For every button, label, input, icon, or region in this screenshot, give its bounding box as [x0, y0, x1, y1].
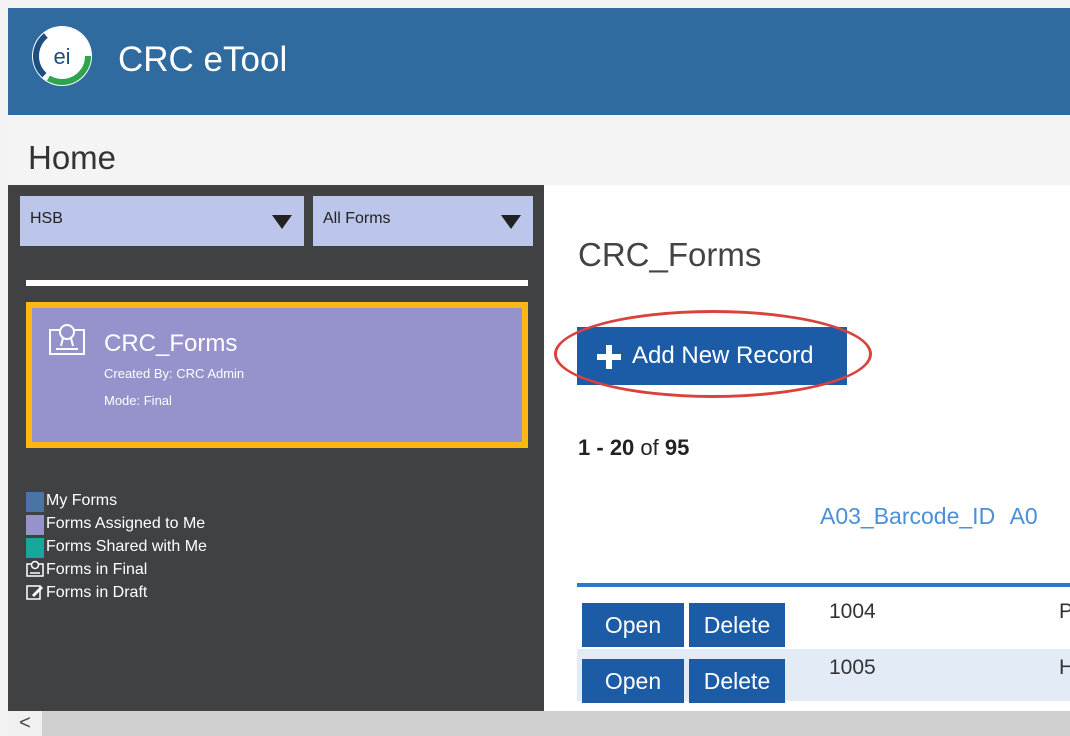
legend-label: Forms Assigned to Me — [46, 515, 206, 532]
my-forms-swatch — [26, 492, 44, 512]
forms-filter-select[interactable]: All Forms — [313, 196, 533, 246]
page-title: Home — [28, 139, 117, 176]
forms-filter-value: All Forms — [323, 210, 391, 227]
group-select[interactable]: HSB — [20, 196, 304, 246]
divider — [26, 280, 528, 286]
legend-label: Forms in Final — [46, 561, 148, 578]
table-top-border — [577, 583, 1070, 587]
paging-end: 20 — [609, 435, 635, 460]
group-select-value: HSB — [30, 210, 63, 227]
column-header-barcode[interactable]: A03_Barcode_ID — [820, 503, 995, 529]
shared-swatch — [26, 538, 44, 558]
highlight-annotation — [554, 310, 872, 398]
legend-label: My Forms — [46, 492, 118, 509]
paging-total: 95 — [664, 435, 690, 460]
open-button[interactable]: Open — [582, 603, 684, 647]
main-content: CRC_Forms Add New Record 1 - 20 of 95 A0… — [544, 185, 1070, 711]
barcode-cell: 1005 — [829, 656, 876, 679]
horizontal-scrollbar[interactable]: < — [8, 711, 1070, 736]
logo-text: ei — [53, 44, 70, 69]
legend-label: Forms in Draft — [46, 584, 148, 601]
paging-start: 1 — [578, 435, 591, 460]
table-header: A03_Barcode_ID A0 — [820, 503, 1038, 530]
legend-draft: Forms in Draft — [26, 583, 207, 606]
legend-assigned: Forms Assigned to Me — [26, 514, 207, 537]
paging-separator: - — [590, 435, 610, 460]
open-button[interactable]: Open — [582, 659, 684, 703]
pagination-summary: 1 - 20 of 95 — [578, 435, 689, 461]
next-column-cell: Hi — [1059, 656, 1070, 679]
paging-of: of — [634, 435, 665, 460]
legend: My Forms Forms Assigned to Me Forms Shar… — [26, 491, 207, 606]
draft-edit-icon — [26, 585, 43, 600]
app-header: ei CRC eTool — [8, 8, 1070, 115]
app-window: ei CRC eTool Home HSB All Forms CRC_Form… — [8, 8, 1070, 711]
app-title: CRC eTool — [118, 40, 288, 79]
card-created-by: Created By: CRC Admin — [104, 366, 245, 381]
form-card-crc-forms[interactable]: CRC_Forms Created By: CRC Admin Mode: Fi… — [26, 302, 528, 448]
scroll-left-arrow-icon[interactable]: < — [8, 711, 42, 736]
column-header-next[interactable]: A0 — [1010, 503, 1038, 529]
sidebar: HSB All Forms CRC_Forms Created By: CRC … — [8, 185, 544, 711]
page-title-bar: Home — [8, 115, 1070, 186]
form-title: CRC_Forms — [578, 236, 762, 273]
legend-final: Forms in Final — [26, 560, 207, 583]
certificate-icon — [26, 560, 44, 577]
dropdown-caret-icon — [501, 215, 521, 229]
delete-button[interactable]: Delete — [689, 603, 785, 647]
table-row: Open Delete 1005 Hi — [577, 649, 1070, 703]
dropdown-caret-icon — [272, 215, 292, 229]
ei-logo-icon: ei — [32, 26, 92, 86]
legend-my-forms: My Forms — [26, 491, 207, 514]
barcode-cell: 1004 — [829, 600, 876, 623]
assigned-swatch — [26, 515, 44, 535]
delete-button[interactable]: Delete — [689, 659, 785, 703]
next-column-cell: Pla — [1059, 600, 1070, 623]
certificate-icon — [49, 324, 85, 355]
card-mode: Mode: Final — [104, 393, 172, 408]
legend-label: Forms Shared with Me — [46, 538, 207, 555]
legend-shared: Forms Shared with Me — [26, 537, 207, 560]
card-title: CRC_Forms — [104, 330, 238, 357]
table-row: Open Delete 1004 Pla — [577, 593, 1070, 647]
